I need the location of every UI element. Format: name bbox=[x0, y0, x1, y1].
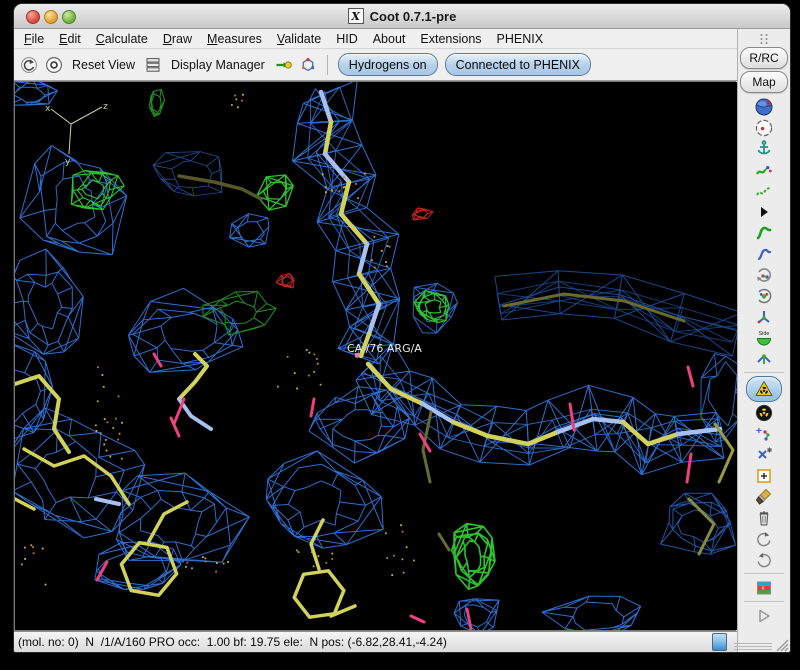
refine-zone-icon[interactable] bbox=[753, 159, 775, 180]
globe-icon[interactable] bbox=[753, 96, 775, 117]
axis-z-label: z bbox=[103, 102, 108, 112]
rrc-button[interactable]: R/RC bbox=[740, 47, 789, 69]
panel-separator bbox=[744, 601, 785, 602]
panel-separator bbox=[744, 573, 785, 574]
alt-conf-icon[interactable] bbox=[753, 444, 775, 465]
graphics-canvas[interactable]: x z y CA /76 ARG/A bbox=[14, 77, 746, 639]
density-scene[interactable]: x z y CA /76 ARG/A bbox=[14, 77, 746, 639]
axis-y-label: y bbox=[65, 157, 71, 167]
status-blue-icon[interactable] bbox=[712, 633, 728, 652]
menu-file[interactable]: File bbox=[24, 32, 44, 46]
recentre-view-icon[interactable] bbox=[753, 117, 775, 138]
delete-item-icon[interactable] bbox=[753, 507, 775, 528]
menu-bar: File Edit Calculate Draw Measures Valida… bbox=[14, 29, 738, 50]
add-terminal-residue-icon[interactable]: + bbox=[753, 423, 775, 444]
side-chain-180-icon[interactable]: Side bbox=[753, 327, 775, 348]
back-icon[interactable] bbox=[20, 56, 38, 74]
molecule-icon[interactable] bbox=[299, 56, 317, 74]
title-bar[interactable]: X Coot 0.7.1-pre bbox=[14, 4, 790, 29]
screen: X Coot 0.7.1-pre File Edit Calculate Dra… bbox=[0, 0, 800, 670]
modelling-icon-stack: Side + bbox=[738, 96, 790, 626]
key-ball-icon[interactable] bbox=[274, 56, 292, 74]
status-text: (mol. no: 0) N /1/A/160 PRO occ: 1.00 bf… bbox=[18, 635, 447, 650]
panel-grip-dots[interactable] bbox=[759, 33, 769, 45]
add-atom-icon[interactable] bbox=[753, 465, 775, 486]
status-bar: (mol. no: 0) N /1/A/160 PRO occ: 1.00 bf… bbox=[14, 630, 738, 652]
regularize-zone-icon[interactable] bbox=[753, 180, 775, 201]
rotate-translate-icon[interactable] bbox=[753, 243, 775, 264]
window-title: Coot 0.7.1-pre bbox=[369, 8, 457, 24]
picked-atom-label: CA /76 ARG/A bbox=[347, 342, 422, 355]
title-group: X Coot 0.7.1-pre bbox=[14, 4, 790, 28]
radiation-triangle-icon[interactable] bbox=[746, 376, 783, 402]
panel-hlines-grip[interactable] bbox=[734, 642, 772, 651]
coot-window: X Coot 0.7.1-pre File Edit Calculate Dra… bbox=[14, 4, 790, 652]
mutate-icon[interactable] bbox=[753, 222, 775, 243]
layers-icon[interactable] bbox=[144, 56, 162, 74]
brush-icon[interactable] bbox=[753, 486, 775, 507]
display-manager-button[interactable]: Display Manager bbox=[171, 58, 265, 72]
toolbar: Reset View Display Manager Hydrogens on … bbox=[14, 49, 738, 81]
rotamer-fit-icon[interactable] bbox=[753, 285, 775, 306]
window-resize-grip[interactable] bbox=[773, 636, 789, 652]
menu-hid[interactable]: HID bbox=[336, 32, 358, 46]
menu-measures[interactable]: Measures bbox=[207, 32, 262, 46]
svg-text:+: + bbox=[756, 426, 762, 437]
x11-icon: X bbox=[347, 8, 364, 24]
recentre-icon[interactable] bbox=[45, 56, 63, 74]
run-script-icon[interactable] bbox=[753, 605, 775, 626]
anchor-icon[interactable] bbox=[753, 138, 775, 159]
axis-x-label: x bbox=[45, 104, 51, 114]
svg-text:Side: Side bbox=[759, 331, 770, 337]
undo-icon[interactable] bbox=[753, 528, 775, 549]
map-button[interactable]: Map bbox=[740, 71, 789, 93]
flag-icon[interactable] bbox=[753, 577, 775, 598]
menu-about[interactable]: About bbox=[373, 32, 406, 46]
right-toolbar-panel: R/RC Map Side + bbox=[734, 29, 790, 652]
panel-separator bbox=[744, 372, 785, 373]
radiation-round-icon[interactable] bbox=[753, 402, 775, 423]
hydrogens-toggle-button[interactable]: Hydrogens on bbox=[337, 53, 438, 77]
reset-view-button[interactable]: Reset View bbox=[72, 58, 135, 72]
rotamer-cycle-icon[interactable] bbox=[753, 264, 775, 285]
phenix-connection-button[interactable]: Connected to PHENIX bbox=[444, 53, 591, 77]
pepflip-icon[interactable] bbox=[753, 306, 775, 327]
menu-draw[interactable]: Draw bbox=[163, 32, 192, 46]
redo-icon[interactable] bbox=[753, 549, 775, 570]
menu-extensions[interactable]: Extensions bbox=[420, 32, 481, 46]
play-small-icon[interactable] bbox=[753, 201, 775, 222]
menu-calculate[interactable]: Calculate bbox=[96, 32, 148, 46]
menu-edit[interactable]: Edit bbox=[59, 32, 81, 46]
menu-phenix[interactable]: PHENIX bbox=[497, 32, 544, 46]
toolbar-separator bbox=[326, 54, 328, 75]
jiggle-fit-icon[interactable] bbox=[753, 348, 775, 369]
menu-validate[interactable]: Validate bbox=[277, 32, 321, 46]
